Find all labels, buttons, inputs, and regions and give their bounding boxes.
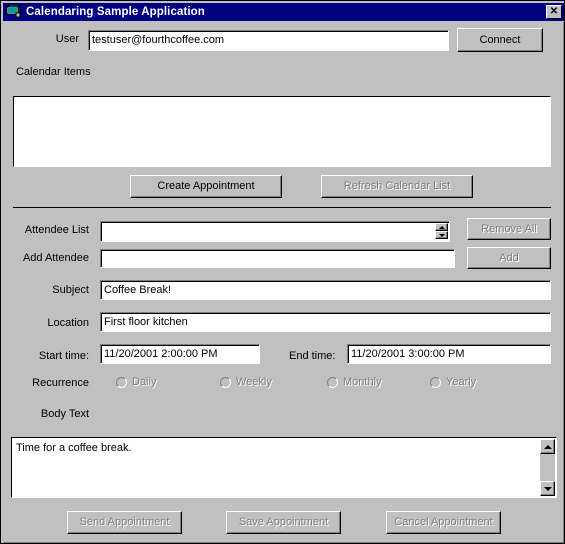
recurrence-radio-weekly[interactable]: Weekly bbox=[220, 376, 272, 389]
end-time-value: 11/20/2001 3:00:00 PM bbox=[351, 347, 465, 360]
cancel-appointment-button[interactable]: Cancel Appointment bbox=[386, 511, 501, 534]
location-value: First floor kitchen bbox=[104, 315, 188, 328]
create-appointment-button[interactable]: Create Appointment bbox=[130, 175, 282, 198]
calendar-items-list[interactable] bbox=[13, 96, 551, 167]
attendee-list-input[interactable] bbox=[100, 221, 450, 242]
body-text-area[interactable]: Time for a coffee break. bbox=[11, 437, 557, 498]
user-label: User bbox=[55, 33, 79, 45]
recurrence-label: Recurrence bbox=[32, 377, 89, 389]
refresh-calendar-list-button[interactable]: Refresh Calendar List bbox=[321, 175, 473, 198]
body-text-label: Body Text bbox=[40, 408, 89, 420]
attendee-list-scroll-up-icon[interactable] bbox=[435, 223, 448, 231]
recurrence-yearly-label: Yearly bbox=[446, 376, 477, 388]
user-input-value: testuser@fourthcoffee.com bbox=[92, 34, 225, 46]
radio-daily-icon bbox=[116, 377, 127, 388]
location-label: Location bbox=[47, 317, 89, 329]
attendee-list-scrollbar[interactable] bbox=[435, 223, 448, 240]
attendee-list-scroll-down-icon[interactable] bbox=[435, 231, 448, 239]
body-text-value: Time for a coffee break. bbox=[16, 442, 132, 454]
start-time-value: 11/20/2001 2:00:00 PM bbox=[104, 347, 218, 360]
remove-all-button[interactable]: Remove All bbox=[467, 218, 551, 240]
radio-monthly-icon bbox=[327, 377, 338, 388]
body-scroll-up-icon[interactable] bbox=[540, 439, 555, 454]
vb-form-icon bbox=[5, 3, 22, 19]
user-input[interactable]: testuser@fourthcoffee.com bbox=[88, 30, 449, 51]
section-separator bbox=[13, 207, 551, 208]
add-attendee-button[interactable]: Add bbox=[467, 247, 551, 269]
close-icon[interactable]: ✕ bbox=[546, 5, 562, 19]
subject-label: Subject bbox=[52, 284, 89, 296]
subject-value: Coffee Break! bbox=[104, 283, 172, 296]
save-appointment-button[interactable]: Save Appointment bbox=[226, 511, 341, 534]
body-scroll-down-icon[interactable] bbox=[540, 481, 555, 496]
add-attendee-input[interactable] bbox=[100, 249, 455, 268]
body-text-scrollbar[interactable] bbox=[540, 439, 555, 496]
window-title: Calendaring Sample Application bbox=[26, 6, 205, 18]
recurrence-weekly-label: Weekly bbox=[236, 376, 272, 388]
connect-button[interactable]: Connect bbox=[457, 28, 543, 52]
radio-yearly-icon bbox=[430, 377, 441, 388]
subject-input[interactable]: Coffee Break! bbox=[100, 280, 551, 300]
title-bar[interactable]: Calendaring Sample Application ✕ bbox=[3, 3, 564, 21]
end-time-label: End time: bbox=[289, 350, 336, 362]
recurrence-radio-monthly[interactable]: Monthly bbox=[327, 376, 382, 389]
recurrence-radio-daily[interactable]: Daily bbox=[116, 376, 156, 389]
recurrence-daily-label: Daily bbox=[132, 376, 157, 388]
end-time-input[interactable]: 11/20/2001 3:00:00 PM bbox=[347, 344, 551, 364]
recurrence-monthly-label: Monthly bbox=[343, 376, 382, 388]
location-input[interactable]: First floor kitchen bbox=[100, 312, 551, 332]
attendee-list-label: Attendee List bbox=[24, 224, 89, 236]
body-scroll-track[interactable] bbox=[540, 454, 555, 481]
application-window: Calendaring Sample Application ✕ User te… bbox=[0, 0, 565, 544]
send-appointment-button[interactable]: Send Appointment bbox=[67, 511, 182, 534]
start-time-input[interactable]: 11/20/2001 2:00:00 PM bbox=[100, 344, 260, 364]
recurrence-radio-yearly[interactable]: Yearly bbox=[430, 376, 476, 389]
start-time-label: Start time: bbox=[38, 350, 89, 362]
calendar-items-label: Calendar Items bbox=[16, 66, 91, 78]
radio-weekly-icon bbox=[220, 377, 231, 388]
add-attendee-label: Add Attendee bbox=[22, 252, 89, 264]
